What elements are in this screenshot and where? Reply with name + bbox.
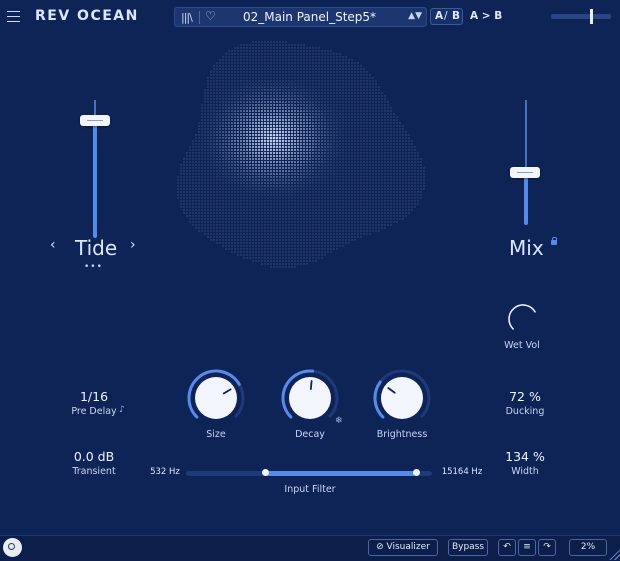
input-filter-slider[interactable] (186, 469, 432, 476)
ab-b-label: B (452, 10, 461, 22)
mix-fader-handle[interactable] (510, 167, 540, 178)
decay-label: Decay (295, 429, 325, 440)
width-label: Width (511, 466, 539, 477)
filter-high-handle[interactable] (413, 469, 420, 476)
output-meter[interactable] (551, 9, 611, 24)
transient-value[interactable]: 0.0 dB (59, 449, 129, 464)
mix-label: Mix (509, 236, 544, 260)
cpu-zoom-value[interactable]: 2% (569, 539, 607, 556)
reverb-visualizer (177, 41, 425, 268)
size-label: Size (206, 429, 226, 440)
ducking-label: Ducking (505, 406, 545, 417)
pre-delay-label: Pre Delay (71, 406, 117, 417)
bypass-button[interactable]: Bypass (448, 539, 488, 556)
ab-toggle[interactable]: A / B (430, 8, 463, 25)
brightness-knob[interactable] (372, 368, 432, 428)
menu-icon[interactable] (7, 11, 20, 22)
pre-delay-value[interactable]: 1/16 (64, 389, 124, 404)
lock-icon[interactable] (551, 237, 557, 245)
preset-name[interactable]: 02_Main Panel_Step5* (223, 10, 396, 24)
ducking-value[interactable]: 72 % (495, 389, 555, 404)
visualizer-label: Visualizer (386, 542, 430, 552)
resize-handle[interactable] (608, 548, 620, 560)
width-value[interactable]: 134 % (495, 449, 555, 464)
tide-fader-handle[interactable] (80, 115, 110, 126)
input-filter-range[interactable] (265, 471, 416, 476)
redo-icon[interactable]: ↷ (538, 539, 556, 556)
filter-low-value: 532 Hz (150, 467, 180, 477)
tide-options-icon[interactable]: ••• (84, 262, 103, 272)
tide-prev-button[interactable]: ‹ (50, 237, 56, 253)
filter-high-value: 15164 Hz (441, 467, 483, 477)
freeze-icon[interactable]: ❄ (335, 416, 343, 426)
ab-a-label: A (435, 10, 444, 22)
library-icon[interactable]: |||\ (181, 11, 193, 24)
ab-copy-button[interactable]: A > B (470, 10, 502, 22)
wet-vol-label: Wet Vol (504, 340, 540, 351)
decay-knob[interactable] (280, 368, 340, 428)
preset-bar[interactable]: |||\ ♡ 02_Main Panel_Step5* ▲▼ (174, 7, 427, 27)
list-icon[interactable]: ≡ (518, 539, 536, 556)
eye-off-icon: ⊘ (376, 542, 384, 552)
input-filter-label: Input Filter (284, 484, 336, 495)
app-title: REV OCEAN (35, 8, 139, 24)
tide-fader-track[interactable] (93, 118, 97, 238)
sync-note-icon[interactable]: ♪ (119, 405, 125, 415)
heart-icon[interactable]: ♡ (205, 9, 216, 23)
mix-fader-top (525, 100, 527, 175)
wet-vol-knob[interactable] (506, 302, 540, 336)
undo-icon[interactable]: ↶ (498, 539, 516, 556)
visualizer-button[interactable]: ⊘ Visualizer (368, 539, 438, 556)
brightness-label: Brightness (376, 429, 428, 440)
ab-slash: / (444, 10, 448, 22)
brand-logo (3, 538, 22, 557)
top-bar: REV OCEAN |||\ ♡ 02_Main Panel_Step5* ▲▼… (0, 0, 620, 34)
transient-label: Transient (72, 466, 116, 477)
preset-separator (199, 11, 200, 24)
tide-label: Tide (75, 236, 118, 260)
output-meter-handle[interactable] (590, 9, 593, 24)
tide-next-button[interactable]: › (130, 237, 136, 253)
preset-arrows-icon[interactable]: ▲▼ (408, 11, 422, 21)
size-knob[interactable] (186, 368, 246, 428)
filter-low-handle[interactable] (262, 469, 269, 476)
mix-fader-track[interactable] (524, 175, 528, 225)
